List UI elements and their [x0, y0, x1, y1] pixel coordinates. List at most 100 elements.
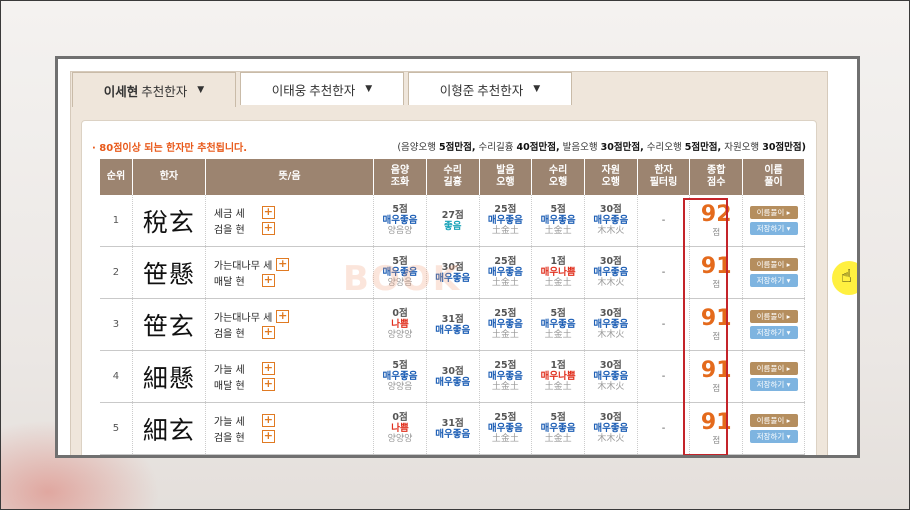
- score-element: 양양음: [387, 382, 413, 392]
- plus-icon[interactable]: +: [261, 206, 275, 219]
- action-cell: 이름풀이 ▸ 저장하기 ▾: [742, 298, 805, 351]
- score-cell: 25점 매우좋음 土金土: [479, 195, 533, 247]
- scoring-value: 5점만점,: [439, 142, 476, 153]
- tab-person-2[interactable]: 이태웅 추천한자 ▼: [240, 72, 404, 105]
- score-points: 25점: [494, 412, 517, 423]
- score-grade: 매우좋음: [540, 215, 576, 226]
- col-jawon: 자원 오행: [584, 159, 638, 195]
- score-points: 27점: [441, 209, 464, 221]
- name-analysis-button[interactable]: 이름풀이 ▸: [749, 362, 798, 375]
- score-element: 土金土: [491, 226, 519, 236]
- action-cell: 이름풀이 ▸ 저장하기 ▾: [742, 246, 805, 299]
- col-filter: 한자 필터링: [637, 159, 691, 195]
- save-button[interactable]: 저장하기 ▾: [749, 274, 798, 287]
- score-cell: 25점 매우좋음 土金土: [479, 402, 533, 455]
- col-suriohang: 수리 오행: [531, 159, 585, 195]
- score-cell: 5점 매우좋음 土金土: [531, 298, 585, 351]
- save-button[interactable]: 저장하기 ▾: [749, 326, 798, 339]
- score-cell: 0점 나쁨 양양양: [373, 298, 427, 351]
- score-cell: 30점 매우좋음: [426, 350, 480, 403]
- score-grade: 매우좋음: [487, 267, 523, 278]
- tab-person-1[interactable]: 이세현 추천한자 ▼: [72, 72, 236, 107]
- score-cell: 30점 매우좋음 木木火: [584, 246, 638, 299]
- plus-icon[interactable]: +: [261, 430, 275, 443]
- col-name: 이름 풀이: [742, 159, 805, 195]
- score-points: 1점: [550, 256, 566, 267]
- score-points: 0점: [392, 412, 408, 423]
- col-yinyang: 음양 조화: [373, 159, 427, 195]
- meaning-second: 매달 현: [213, 381, 245, 392]
- score-grade: 매우좋음: [487, 215, 523, 226]
- score-element: 木木火: [597, 382, 625, 392]
- score-element: 土金土: [544, 434, 572, 444]
- plus-icon[interactable]: +: [261, 362, 275, 375]
- rank-cell: 4: [100, 350, 133, 403]
- filter-cell: -: [637, 246, 691, 299]
- score-points: 5점: [550, 412, 566, 423]
- meaning-second: 검을 현: [213, 433, 245, 444]
- save-button[interactable]: 저장하기 ▾: [749, 222, 798, 235]
- plus-icon[interactable]: +: [276, 258, 290, 271]
- score-grade: 매우좋음: [382, 371, 418, 382]
- scoring-label: 자원오행: [724, 142, 760, 153]
- score-element: 土金土: [491, 382, 519, 392]
- filter-cell: -: [637, 402, 691, 455]
- col-hanja: 한자: [132, 159, 206, 195]
- score-element: 木木火: [597, 434, 625, 444]
- score-grade: 매우좋음: [435, 324, 471, 336]
- score-element: 土金土: [491, 330, 519, 340]
- score-points: 31점: [441, 313, 464, 325]
- score-cell: 1점 매우나쁨 土金土: [531, 246, 585, 299]
- meaning-cell: 가는대나무 세 + 검을 현 +: [205, 298, 375, 351]
- score-grade: 매우나쁨: [540, 267, 576, 278]
- scoring-label: 수리오행: [646, 142, 682, 153]
- rank-cell: 5: [100, 402, 133, 455]
- plus-icon[interactable]: +: [276, 310, 290, 323]
- score-element: 木木火: [597, 330, 625, 340]
- meaning-cell: 가늘 세 + 매달 현 +: [205, 350, 375, 403]
- plus-icon[interactable]: +: [261, 326, 275, 339]
- save-button[interactable]: 저장하기 ▾: [749, 378, 798, 391]
- score-points: 30점: [599, 412, 622, 423]
- score-element: 土金土: [544, 226, 572, 236]
- score-cell: 0점 나쁨 양양양: [373, 402, 427, 455]
- caret-down-icon: ▼: [533, 84, 541, 94]
- hanja-cell: 笹玄: [132, 298, 206, 351]
- score-cell: 31점 매우좋음: [426, 402, 480, 455]
- filter-cell: -: [637, 298, 691, 351]
- score-points: 30점: [599, 308, 622, 319]
- meaning-cell: 세금 세 + 검을 현 +: [205, 195, 375, 247]
- name-analysis-button[interactable]: 이름풀이 ▸: [749, 310, 798, 323]
- col-label: 한자: [654, 165, 673, 176]
- name-analysis-button[interactable]: 이름풀이 ▸: [749, 206, 798, 219]
- plus-icon[interactable]: +: [261, 222, 275, 235]
- score-cell: 30점 매우좋음 木木火: [584, 298, 638, 351]
- col-total: 종합 점수: [689, 159, 744, 195]
- score-points: 1점: [550, 360, 566, 371]
- name-analysis-button[interactable]: 이름풀이 ▸: [749, 258, 798, 271]
- tab-name: 이세현: [103, 83, 139, 99]
- score-grade: 매우좋음: [593, 215, 629, 226]
- col-meaning: 뜻/음: [205, 159, 375, 195]
- action-cell: 이름풀이 ▸ 저장하기 ▾: [742, 350, 805, 403]
- score-grade: 매우좋음: [593, 371, 629, 382]
- save-button[interactable]: 저장하기 ▾: [749, 430, 798, 443]
- col-label: 점수: [707, 177, 726, 188]
- score-element: 土金土: [544, 330, 572, 340]
- score-element: 土金土: [491, 434, 519, 444]
- col-label: 종합: [707, 165, 726, 176]
- watermark: BOOK: [343, 259, 462, 299]
- meaning-first: 가늘 세: [213, 365, 245, 376]
- plus-icon[interactable]: +: [261, 378, 275, 391]
- tab-person-3[interactable]: 이형준 추천한자 ▼: [408, 72, 572, 105]
- rank-cell: 3: [100, 298, 133, 351]
- plus-icon[interactable]: +: [261, 274, 275, 287]
- score-element: 양음양: [387, 226, 413, 236]
- name-analysis-button[interactable]: 이름풀이 ▸: [749, 414, 798, 427]
- score-cell: 1점 매우나쁨 土金土: [531, 350, 585, 403]
- score-grade: 매우좋음: [435, 428, 471, 440]
- score-points: 5점: [392, 360, 408, 371]
- score-points: 5점: [392, 204, 408, 215]
- score-points: 5점: [550, 204, 566, 215]
- plus-icon[interactable]: +: [261, 414, 275, 427]
